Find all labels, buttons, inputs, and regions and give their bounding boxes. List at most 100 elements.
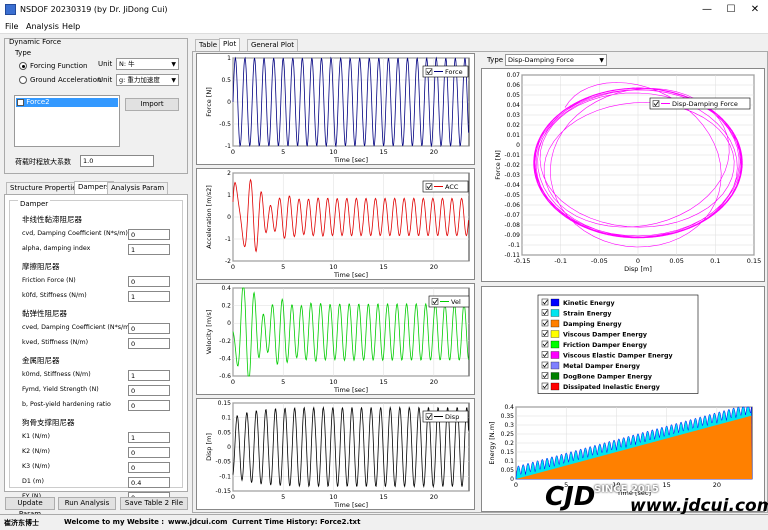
y-tick-label: -0.01 (504, 152, 520, 159)
y-tick-label: 0 (516, 142, 520, 149)
ground-acceleration-radio[interactable] (19, 76, 27, 84)
x-axis-label: Disp [m] (624, 265, 652, 273)
field-input[interactable]: 1 (128, 244, 170, 255)
x-axis-label: Time [sec] (333, 501, 368, 509)
legend-swatch (550, 372, 560, 380)
unit-label-1: Unit (98, 60, 113, 68)
field-label: kved, Stiffness (N/m) (22, 339, 89, 346)
legend-label: Disp (445, 413, 459, 421)
checkbox-icon[interactable] (17, 98, 24, 106)
tab-structure-properties[interactable]: Structure Properties (6, 182, 85, 194)
acc-plot[interactable]: 2 1 0 -1 -2 0 5 10 15 20 Time [sec] Acceleration [m… (196, 168, 475, 280)
y-tick-label: -1 (225, 236, 231, 243)
title-bar: NSDOF 20230319 (by Dr. JiDong Cui) — ☐ ✕ (0, 0, 768, 20)
y-tick-label: 0.2 (221, 303, 231, 310)
energy-plot[interactable]: 0.4 0.35 0.3 0.25 0.2 0.15 0.1 0.05 0 0 5 10 15 20 Tim… (481, 286, 765, 512)
section-title: 摩擦阻尼器 (22, 262, 60, 271)
x-tick-label: 20 (430, 148, 438, 156)
y-tick-label: 0.02 (507, 122, 521, 129)
field-label: D1 (m) (22, 478, 44, 485)
update-param-button[interactable]: Update Param (5, 497, 55, 518)
field-input[interactable]: 0 (128, 400, 170, 411)
y-tick-label: -0.05 (215, 459, 231, 466)
x-axis-label: Time [sec] (333, 271, 368, 279)
x-tick-label: 10 (329, 263, 337, 271)
damper-group: Damper 非线性黏滞阻尼器 cvd, Damping Coefficient … (9, 200, 183, 503)
close-button[interactable]: ✕ (744, 2, 766, 18)
x-tick-label: 15 (379, 263, 387, 271)
x-tick-label: 5 (281, 148, 285, 156)
forcing-function-radio[interactable] (19, 62, 27, 70)
legend-label: Disp-Damping Force (672, 100, 738, 108)
y-tick-label: -0.04 (504, 182, 520, 189)
field-input[interactable]: 0 (128, 276, 170, 287)
force-unit-select[interactable]: N: 牛 ▼ (116, 58, 179, 70)
y-tick-label: 0.04 (507, 102, 521, 109)
legend-swatch (550, 330, 560, 338)
field-input[interactable]: 0 (128, 323, 170, 334)
field-input[interactable]: 0 (128, 338, 170, 349)
tab-analysis-param[interactable]: Analysis Param (107, 182, 169, 194)
field-input[interactable]: 0 (128, 229, 170, 240)
field-label: cvd, Damping Coefficient (N*s/m) (22, 230, 128, 237)
plot-type-select[interactable]: Disp-Damping Force ▼ (505, 54, 607, 66)
menu-file[interactable]: File (5, 22, 18, 31)
x-tick-label: 10 (329, 378, 337, 386)
y-tick-label: 0 (227, 320, 231, 327)
field-input[interactable]: 1 (128, 370, 170, 381)
x-tick-label: 5 (281, 378, 285, 386)
disp-plot[interactable]: 0.15 0.1 0.05 0 -0.05 -0.1 -0.15 0 5 10 15 20 Time [… (196, 398, 475, 510)
field-input[interactable]: 0 (128, 447, 170, 458)
y-axis-label: Force [N] (205, 87, 213, 117)
field-input[interactable]: 0 (128, 385, 170, 396)
x-tick-label: 15 (379, 148, 387, 156)
menu-bar: File Analysis Help (0, 20, 768, 34)
y-axis-label: Velocity [m/s] (205, 310, 213, 355)
x-tick-label: 0.1 (710, 257, 720, 265)
window-title: NSDOF 20230319 (by Dr. JiDong Cui) (20, 5, 168, 14)
legend-label: Friction Damper Energy (563, 342, 647, 349)
force-list[interactable]: Force2 (14, 95, 120, 147)
tab-table[interactable]: Table (195, 39, 222, 51)
y-tick-label: 0.2 (504, 440, 514, 447)
tab-plot[interactable]: Plot (219, 38, 241, 51)
vel-plot[interactable]: 0.4 0.2 0 -0.2 -0.4 -0.6 0 5 10 15 20 Time [sec] Vel… (196, 283, 475, 395)
field-input[interactable]: 1 (128, 291, 170, 302)
hysteresis-plot[interactable]: 0.07 0.06 0.05 0.04 0.03 0.02 0.01 0 -0.01 -0.02 -… (481, 68, 765, 282)
legend-label: Kinetic Energy (563, 300, 615, 307)
menu-help[interactable]: Help (62, 22, 80, 31)
field-label: b, Post-yield hardening ratio (22, 401, 111, 408)
legend-label: DogBone Damper Energy (563, 374, 652, 381)
field-label: k0md, Stiffness (N/m) (22, 371, 91, 378)
list-item[interactable]: Force2 (16, 98, 118, 107)
run-analysis-button[interactable]: Run Analysis (58, 497, 116, 510)
y-tick-label: 0.35 (501, 413, 515, 420)
x-tick-label: 20 (430, 378, 438, 386)
x-tick-label: 0 (231, 378, 235, 386)
ground-acceleration-label: Ground Acceleration (30, 76, 102, 84)
field-input[interactable]: 0 (128, 462, 170, 473)
x-tick-label: -0.15 (514, 257, 531, 265)
x-tick-label: -0.05 (591, 257, 608, 265)
accel-unit-select[interactable]: g: 重力加速度 ▼ (116, 74, 179, 86)
minimize-button[interactable]: — (696, 2, 718, 18)
legend-swatch (550, 298, 560, 307)
import-button[interactable]: Import (125, 98, 179, 111)
y-tick-label: -0.07 (504, 212, 520, 219)
legend-swatch (550, 351, 560, 359)
force-plot[interactable]: 1 0.5 0 -0.5 -1 0 5 10 15 20 Time [sec] Force [N] Fo… (196, 53, 475, 165)
field-input[interactable]: 0.4 (128, 477, 170, 488)
y-tick-label: 0 (227, 214, 231, 221)
tab-general-plot[interactable]: General Plot (247, 39, 299, 51)
scale-input[interactable]: 1.0 (80, 155, 154, 167)
maximize-button[interactable]: ☐ (720, 2, 742, 18)
y-tick-label: 0.05 (501, 467, 515, 474)
field-input[interactable]: 1 (128, 432, 170, 443)
save-table-button[interactable]: Save Table 2 File (120, 497, 188, 510)
damper-panel: Damper 非线性黏滞阻尼器 cvd, Damping Coefficient … (4, 194, 188, 503)
x-tick-label: -0.1 (554, 257, 567, 265)
menu-analysis[interactable]: Analysis (26, 22, 59, 31)
y-tick-label: 0 (227, 99, 231, 106)
legend-label: Metal Damper Energy (563, 363, 640, 370)
y-tick-label: 0.1 (504, 458, 514, 465)
